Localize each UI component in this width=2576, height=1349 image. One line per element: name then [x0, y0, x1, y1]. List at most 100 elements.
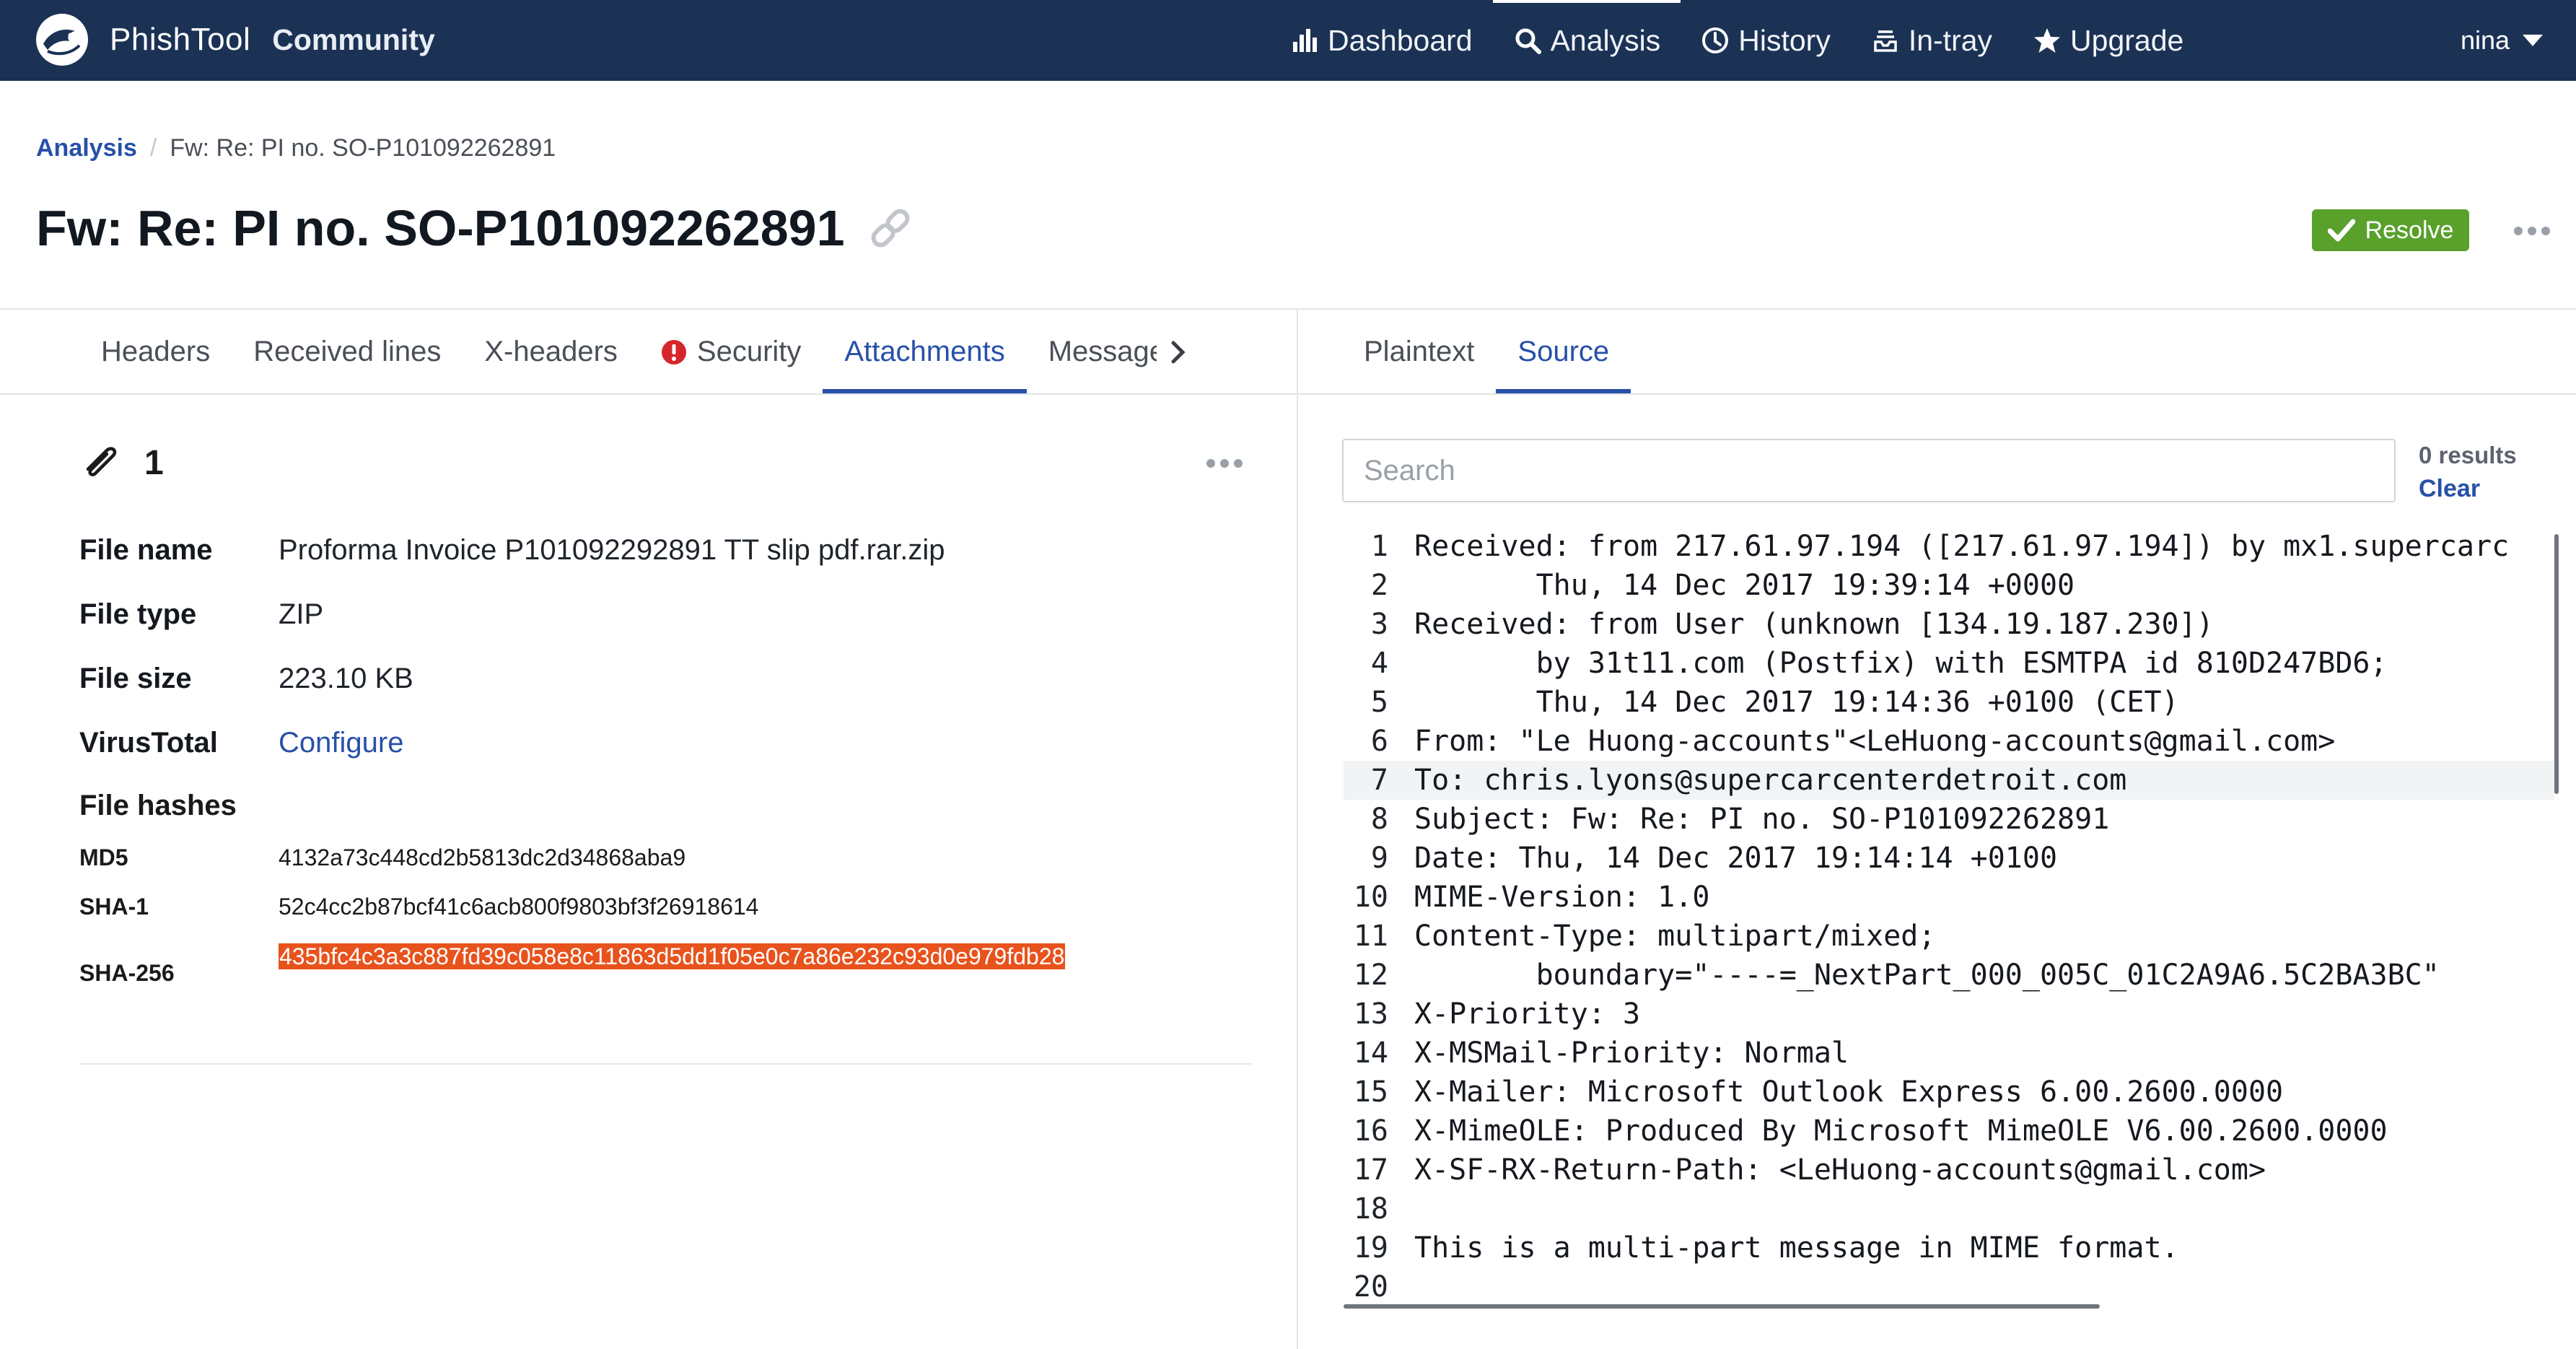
breadcrumb-current: Fw: Re: PI no. SO-P101092262891	[170, 134, 556, 162]
line-content: Content-Type: multipart/mixed;	[1414, 920, 1936, 953]
line-number: 4	[1370, 647, 1388, 680]
right-tabs-border	[1298, 393, 2576, 395]
tab-security-label: Security	[696, 336, 802, 367]
source-line: 16 X-MimeOLE: Produced By Microsoft MimeO…	[1344, 1112, 2554, 1151]
sha256-value[interactable]: 435bfc4c3a3c887fd39c058e8c11863d5dd1f05e…	[279, 943, 1066, 969]
virustotal-label: VirusTotal	[79, 727, 218, 759]
file-type-row: File type ZIP	[79, 598, 323, 631]
file-type-label: File type	[79, 598, 197, 630]
user-menu[interactable]: nina	[2461, 0, 2543, 81]
line-content: MIME-Version: 1.0	[1414, 881, 1710, 914]
line-content: by 31t11.com (Postfix) with ESMTPA id 81…	[1414, 647, 2388, 680]
line-content: Received: from 217.61.97.194 ([217.61.97…	[1414, 530, 2510, 563]
sha256-label: SHA-256	[79, 960, 175, 986]
source-line: 5 Thu, 14 Dec 2017 19:14:36 +0100 (CET)	[1344, 683, 2554, 722]
brand[interactable]: PhishTool Community	[33, 7, 435, 72]
sha1-label: SHA-1	[79, 894, 149, 920]
tab-source[interactable]: Source	[1496, 310, 1631, 393]
line-number: 3	[1370, 608, 1388, 641]
source-search-input[interactable]	[1342, 439, 2396, 502]
checkmark-icon	[2327, 219, 2355, 242]
resolve-label: Resolve	[2365, 216, 2454, 244]
md5-value[interactable]: 4132a73c448cd2b5813dc2d34868aba9	[279, 844, 685, 871]
tab-message[interactable]: Message	[1027, 310, 1157, 393]
line-content: X-SF-RX-Return-Path: <LeHuong-accounts@g…	[1414, 1153, 2266, 1187]
source-line: 20	[1344, 1267, 2554, 1306]
nav-upgrade-label: Upgrade	[2070, 23, 2184, 57]
nav-dashboard[interactable]: Dashboard	[1270, 0, 1493, 81]
line-content: Thu, 14 Dec 2017 19:39:14 +0000	[1414, 569, 2075, 602]
source-line: 7 To: chris.lyons@supercarcenterdetroit.c…	[1344, 761, 2554, 800]
line-number: 20	[1353, 1270, 1388, 1304]
tab-attachments[interactable]: Attachments	[823, 310, 1028, 393]
link-icon[interactable]	[867, 204, 914, 252]
left-tabs-border	[0, 393, 1297, 395]
sha256-row: SHA-256	[79, 960, 279, 987]
source-line: 14 X-MSMail-Priority: Normal	[1344, 1034, 2554, 1073]
sha1-row: SHA-1 52c4cc2b87bcf41c6acb800f9803bf3f26…	[79, 894, 758, 920]
file-name-label: File name	[79, 534, 213, 566]
attachment-options-icon[interactable]	[1206, 459, 1243, 468]
line-content: This is a multi-part message in MIME for…	[1414, 1231, 2179, 1265]
line-content: X-MimeOLE: Produced By Microsoft MimeOLE…	[1414, 1114, 2388, 1148]
breadcrumb-separator: /	[149, 134, 157, 162]
source-line: 19 This is a multi-part message in MIME f…	[1344, 1228, 2554, 1267]
virustotal-configure-link[interactable]: Configure	[279, 727, 403, 759]
search-clear-link[interactable]: Clear	[2419, 475, 2480, 503]
nav-history-label: History	[1738, 23, 1831, 57]
line-number: 2	[1370, 569, 1388, 602]
tab-x-headers[interactable]: X-headers	[463, 310, 639, 393]
line-number: 8	[1370, 803, 1388, 836]
nav-analysis[interactable]: Analysis	[1492, 0, 1681, 81]
line-content: boundary="----=_NextPart_000_005C_01C2A9…	[1414, 959, 2440, 992]
source-code-view[interactable]: 1 Received: from 217.61.97.194 ([217.61.9…	[1344, 527, 2554, 1308]
source-line: 3 Received: from User (unknown [134.19.18…	[1344, 605, 2554, 644]
source-line: 6 From: "Le Huong-accounts"<LeHuong-accou…	[1344, 722, 2554, 761]
line-number: 18	[1353, 1192, 1388, 1226]
source-line: 15 X-Mailer: Microsoft Outlook Express 6.…	[1344, 1073, 2554, 1112]
md5-row: MD5 4132a73c448cd2b5813dc2d34868aba9	[79, 844, 685, 871]
file-name-value: Proforma Invoice P101092292891 TT slip p…	[279, 534, 945, 566]
line-number: 5	[1370, 686, 1388, 719]
breadcrumb-analysis-link[interactable]: Analysis	[36, 134, 137, 162]
tabs-scroll-right-button[interactable]	[1157, 310, 1200, 393]
source-line: 2 Thu, 14 Dec 2017 19:39:14 +0000	[1344, 566, 2554, 605]
bar-chart-icon	[1293, 29, 1317, 52]
nav-dashboard-label: Dashboard	[1328, 23, 1473, 57]
resolve-button[interactable]: Resolve	[2312, 209, 2469, 251]
source-horizontal-scrollbar[interactable]	[1344, 1304, 2100, 1309]
source-vertical-scrollbar[interactable]	[2554, 534, 2559, 794]
clock-icon	[1702, 27, 1729, 53]
app-edition: Community	[272, 22, 435, 56]
nav-analysis-label: Analysis	[1550, 23, 1661, 57]
file-size-label: File size	[79, 663, 192, 694]
file-name-row: File name Proforma Invoice P101092292891…	[79, 534, 945, 567]
page-title-row: Fw: Re: PI no. SO-P101092262891	[36, 199, 914, 257]
line-content: X-MSMail-Priority: Normal	[1414, 1036, 1849, 1070]
tab-received-lines[interactable]: Received lines	[232, 310, 463, 393]
line-content: From: "Le Huong-accounts"<LeHuong-accoun…	[1414, 725, 2336, 758]
attachment-count: 1	[144, 443, 164, 482]
source-line: 8 Subject: Fw: Re: PI no. SO-P10109226289…	[1344, 800, 2554, 839]
source-line: 18	[1344, 1189, 2554, 1228]
source-line: 4 by 31t11.com (Postfix) with ESMTPA id …	[1344, 644, 2554, 683]
nav-in-tray-label: In-tray	[1908, 23, 1993, 57]
tab-plaintext[interactable]: Plaintext	[1342, 310, 1496, 393]
line-number: 11	[1353, 920, 1388, 953]
file-size-row: File size 223.10 KB	[79, 663, 413, 695]
sha1-value[interactable]: 52c4cc2b87bcf41c6acb800f9803bf3f26918614	[279, 894, 758, 920]
tab-security[interactable]: Security	[639, 310, 823, 393]
source-line: 12 boundary="----=_NextPart_000_005C_01C…	[1344, 956, 2554, 995]
line-number: 17	[1353, 1153, 1388, 1187]
line-number: 15	[1353, 1075, 1388, 1109]
line-number: 13	[1353, 997, 1388, 1031]
nav-history[interactable]: History	[1681, 0, 1851, 81]
more-options-icon[interactable]	[2514, 227, 2550, 235]
tab-headers[interactable]: Headers	[79, 310, 232, 393]
nav-upgrade[interactable]: Upgrade	[2012, 0, 2204, 81]
analysis-tabs: Headers Received lines X-headers Securit…	[79, 310, 1200, 393]
line-content: X-Mailer: Microsoft Outlook Express 6.00…	[1414, 1075, 2284, 1109]
file-type-value: ZIP	[279, 598, 324, 630]
search-icon	[1515, 28, 1541, 54]
nav-in-tray[interactable]: In-tray	[1851, 0, 2012, 81]
